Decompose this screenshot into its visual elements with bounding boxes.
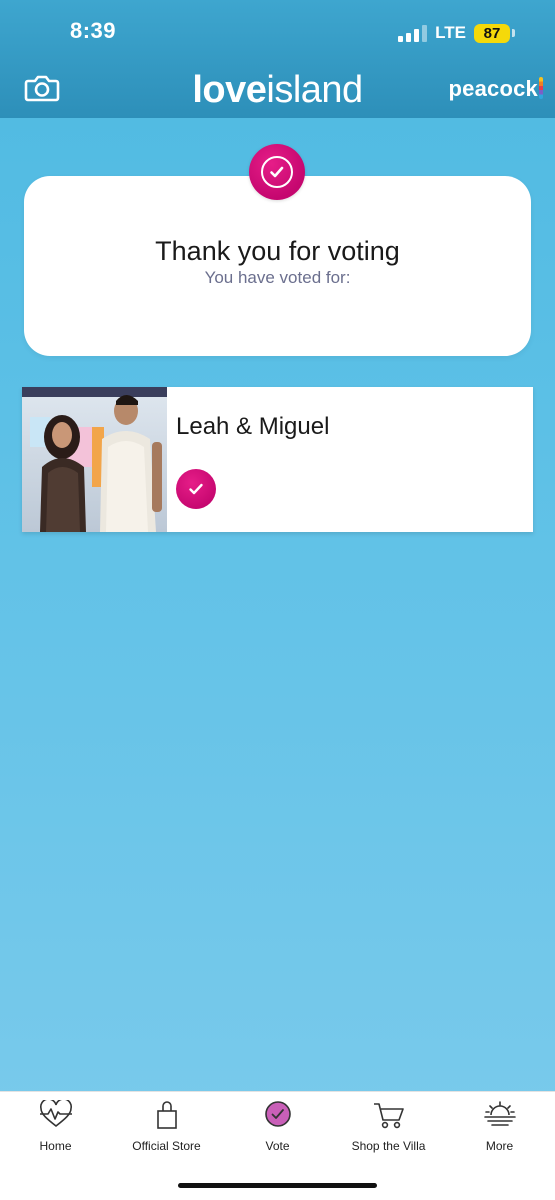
check-icon [189, 483, 203, 495]
check-icon [270, 166, 284, 178]
vote-confirmation-screen: 8:39 LTE 87 loveisland peacock Thank you… [0, 0, 555, 1200]
nav-label-vote: Vote [265, 1139, 290, 1153]
nav-item-vote[interactable]: Vote [222, 1092, 333, 1162]
battery-level: 87 [474, 23, 510, 43]
status-indicators: LTE 87 [398, 22, 515, 44]
nav-item-home[interactable]: Home [0, 1092, 111, 1162]
vote-check-icon [264, 1101, 291, 1127]
nav-item-shop-the-villa[interactable]: Shop the Villa [333, 1092, 444, 1162]
voted-couple-card[interactable]: Leah & Miguel [22, 387, 533, 532]
sunset-icon [483, 1101, 516, 1126]
vote-confirmation-card: Thank you for voting You have voted for: [24, 176, 531, 356]
battery-icon: 87 [474, 23, 515, 43]
confirmation-subtitle: You have voted for: [204, 268, 351, 287]
nav-item-official-store[interactable]: Official Store [111, 1092, 222, 1162]
shopping-bag-icon [156, 1101, 177, 1129]
signal-icon [398, 24, 428, 42]
couple-photo [22, 387, 167, 532]
cart-icon [373, 1103, 404, 1129]
confirmation-check-badge [249, 144, 305, 200]
nav-label-shop-the-villa: Shop the Villa [351, 1139, 426, 1153]
selected-check-badge [176, 469, 216, 509]
confirmation-title: Thank you for voting [155, 236, 400, 266]
nav-label-official-store: Official Store [132, 1139, 201, 1153]
couple-name: Leah & Miguel [176, 413, 330, 440]
nav-item-more[interactable]: More [444, 1092, 555, 1162]
app-header: 8:39 LTE 87 loveisland peacock [0, 0, 555, 118]
nav-label-home: Home [39, 1139, 72, 1153]
network-type: LTE [435, 23, 466, 42]
heartbeat-icon [39, 1100, 72, 1128]
peacock-logo: peacock [449, 76, 543, 102]
nav-label-more: More [485, 1139, 514, 1153]
status-time: 8:39 [70, 18, 117, 43]
home-indicator[interactable] [178, 1183, 377, 1188]
